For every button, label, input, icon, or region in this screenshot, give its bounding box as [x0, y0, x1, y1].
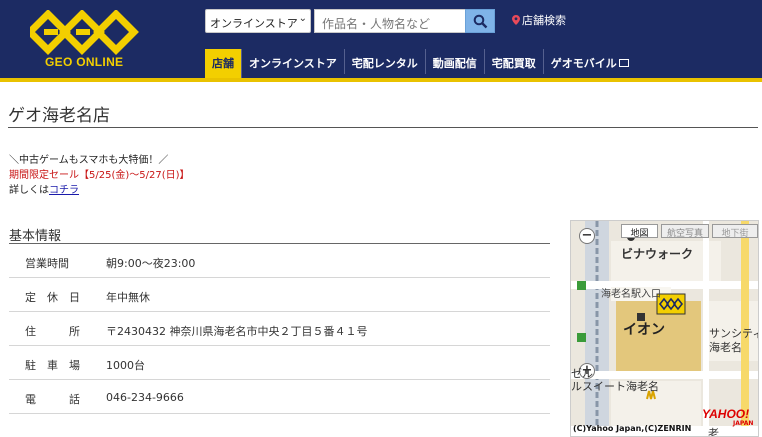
- external-link-icon: [618, 59, 629, 67]
- logo-text: GEO ONLINE: [45, 55, 124, 69]
- info-row-address: 住 所 〒2430432 神奈川県海老名市中央２丁目５番４１号: [9, 312, 550, 346]
- info-row-parking: 駐 車 場 1000台: [9, 346, 550, 380]
- store-map[interactable]: 地図 航空写真 地下街 − + ビナウォーク 海老名駅入口 イオン サンシティ …: [570, 220, 759, 437]
- info-row-closed: 定 休 日 年中無休: [9, 278, 550, 312]
- info-value: 046-234-9666: [106, 391, 184, 404]
- map-tab-satellite[interactable]: 航空写真: [661, 224, 709, 239]
- basic-info-title: 基本情報: [9, 229, 62, 244]
- info-label: 電 話: [25, 393, 80, 406]
- header-accent-line: [0, 78, 762, 82]
- promo-details-prefix: 詳しくは: [9, 185, 49, 196]
- promo-headline: ＼中古ゲームもスマホも大特価！／: [9, 155, 169, 166]
- location-pin-icon: [512, 15, 520, 25]
- search-input[interactable]: 作品名・人物名など: [314, 9, 466, 33]
- map-label-aeon: イオン: [623, 322, 665, 338]
- nav-item-geo-mobile[interactable]: ゲオモバイル: [544, 49, 636, 74]
- store-select-value: オンラインストア: [210, 17, 298, 30]
- title-divider: [8, 127, 758, 128]
- map-tab-map[interactable]: 地図: [621, 224, 658, 239]
- store-select[interactable]: オンラインストア ⌄: [205, 9, 311, 33]
- info-value: 1000台: [106, 359, 145, 372]
- info-row-phone: 電 話 046-234-9666: [9, 380, 550, 414]
- page-title: ゲオ海老名店: [8, 106, 110, 126]
- promo-sale-period: 期間限定セール【5/25(金)～5/27(日)】: [9, 170, 190, 181]
- nav-item-stores[interactable]: 店舗: [205, 49, 242, 78]
- yahoo-logo: YAHOO!: [702, 407, 750, 421]
- info-label: 駐 車 場: [25, 359, 80, 372]
- info-value: 朝9:00～夜23:00: [106, 257, 196, 270]
- chevron-down-icon: ⌄: [298, 13, 307, 24]
- yahoo-logo-sub: JAPAN: [733, 420, 754, 427]
- nav-item-video-streaming[interactable]: 動画配信: [426, 49, 485, 74]
- map-label-ru-suite: ルスイート海老名: [571, 380, 659, 393]
- info-label: 定 休 日: [25, 291, 80, 304]
- promo-details: 詳しくはコチラ: [9, 181, 79, 196]
- nav-item-geo-mobile-label: ゲオモバイル: [550, 57, 617, 70]
- map-label-ebina: 海老名: [709, 341, 742, 354]
- map-credit: (C)Yahoo Japan,(C)ZENRIN: [573, 424, 692, 433]
- map-zoom-out-button[interactable]: −: [579, 228, 595, 244]
- info-value: 〒2430432 神奈川県海老名市中央２丁目５番４１号: [106, 325, 368, 338]
- info-label: 住 所: [25, 325, 80, 338]
- info-row-hours: 営業時間 朝9:00～夜23:00: [9, 244, 550, 278]
- main-nav: 店舗 オンラインストア 宅配レンタル 動画配信 宅配買取 ゲオモバイル: [205, 49, 636, 78]
- map-label-ebina2: 老: [708, 427, 719, 437]
- info-label: 営業時間: [25, 257, 69, 270]
- store-search-label: 店舗検索: [522, 14, 566, 27]
- basic-info-table: 営業時間 朝9:00～夜23:00 定 休 日 年中無休 住 所 〒243043…: [9, 244, 550, 414]
- search-icon: [473, 14, 488, 29]
- site-header: GEO ONLINE オンラインストア ⌄ 作品名・人物名など 店舗検索 店舗 …: [0, 0, 762, 82]
- map-tab-underground[interactable]: 地下街: [712, 224, 758, 239]
- map-label-vinawalk: ビナウォーク: [621, 247, 694, 261]
- map-label-station: 海老名駅入口: [601, 289, 661, 300]
- store-search-link[interactable]: 店舗検索: [512, 12, 566, 28]
- info-value: 年中無休: [106, 291, 150, 304]
- nav-item-delivery-purchase[interactable]: 宅配買取: [485, 49, 544, 74]
- promo-details-link[interactable]: コチラ: [49, 185, 79, 196]
- nav-item-delivery-rental[interactable]: 宅配レンタル: [345, 49, 426, 74]
- nav-item-online-store[interactable]: オンラインストア: [242, 49, 345, 74]
- search-button[interactable]: [465, 9, 495, 33]
